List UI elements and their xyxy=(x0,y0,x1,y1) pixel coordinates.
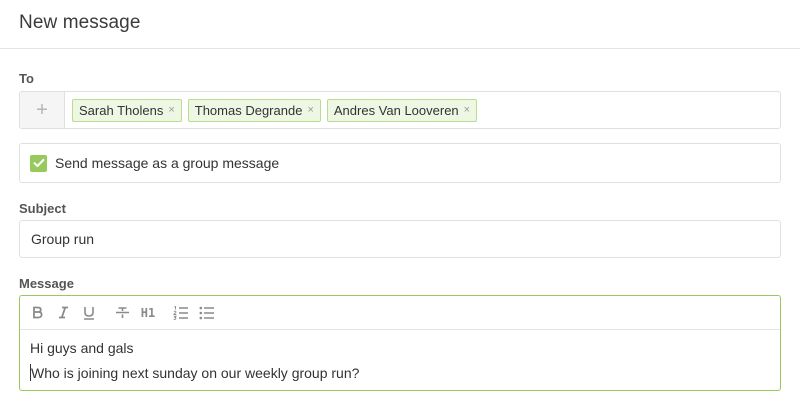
group-message-option[interactable]: Send message as a group message xyxy=(19,143,781,183)
bullet-list-icon xyxy=(199,306,214,319)
ordered-list-button[interactable] xyxy=(173,303,189,323)
strikethrough-button[interactable] xyxy=(114,303,130,323)
page-title: New message xyxy=(19,12,141,33)
recipients-field[interactable]: + Sarah Tholens × Thomas Degrande × Andr… xyxy=(19,91,781,129)
recipient-name: Thomas Degrande xyxy=(194,102,303,118)
italic-button[interactable] xyxy=(56,303,70,323)
message-editor[interactable]: H1 Hi guys and gals Who is joining next … xyxy=(19,295,781,391)
checkmark-icon xyxy=(33,158,44,167)
heading-button[interactable]: H1 xyxy=(139,303,157,323)
message-line-wrapper: Who is joining next sunday on our weekly… xyxy=(30,361,770,386)
ordered-list-icon xyxy=(173,305,188,320)
bold-icon xyxy=(32,306,43,319)
recipient-chip: Sarah Tholens × xyxy=(72,98,182,122)
remove-recipient-icon[interactable]: × xyxy=(168,104,174,116)
underline-button[interactable] xyxy=(82,303,96,323)
bullet-list-button[interactable] xyxy=(199,303,215,323)
formatting-toolbar: H1 xyxy=(20,296,780,330)
group-message-checkbox[interactable] xyxy=(30,154,47,172)
strikethrough-icon xyxy=(115,307,129,318)
recipient-name: Sarah Tholens xyxy=(79,102,164,118)
recipient-name: Andres Van Looveren xyxy=(333,102,459,118)
recipient-chip: Andres Van Looveren × xyxy=(326,98,478,122)
subject-label: Subject xyxy=(19,201,66,216)
italic-icon xyxy=(58,306,68,319)
header: New message xyxy=(0,0,800,49)
message-line: Who is joining next sunday on our weekly… xyxy=(31,365,360,381)
underline-icon xyxy=(84,306,94,320)
message-label: Message xyxy=(19,276,74,291)
remove-recipient-icon[interactable]: × xyxy=(464,104,470,116)
message-line: Hi guys and gals xyxy=(30,340,134,356)
group-message-label: Send message as a group message xyxy=(55,155,280,171)
subject-input[interactable]: Group run xyxy=(19,220,781,258)
recipient-chips: Sarah Tholens × Thomas Degrande × Andres… xyxy=(65,98,478,122)
to-label: To xyxy=(19,71,34,86)
recipient-chip: Thomas Degrande × xyxy=(187,98,321,122)
message-body[interactable]: Hi guys and gals Who is joining next sun… xyxy=(20,330,780,386)
add-recipient-button[interactable]: + xyxy=(20,92,65,128)
bold-button[interactable] xyxy=(30,303,44,323)
remove-recipient-icon[interactable]: × xyxy=(307,104,313,116)
